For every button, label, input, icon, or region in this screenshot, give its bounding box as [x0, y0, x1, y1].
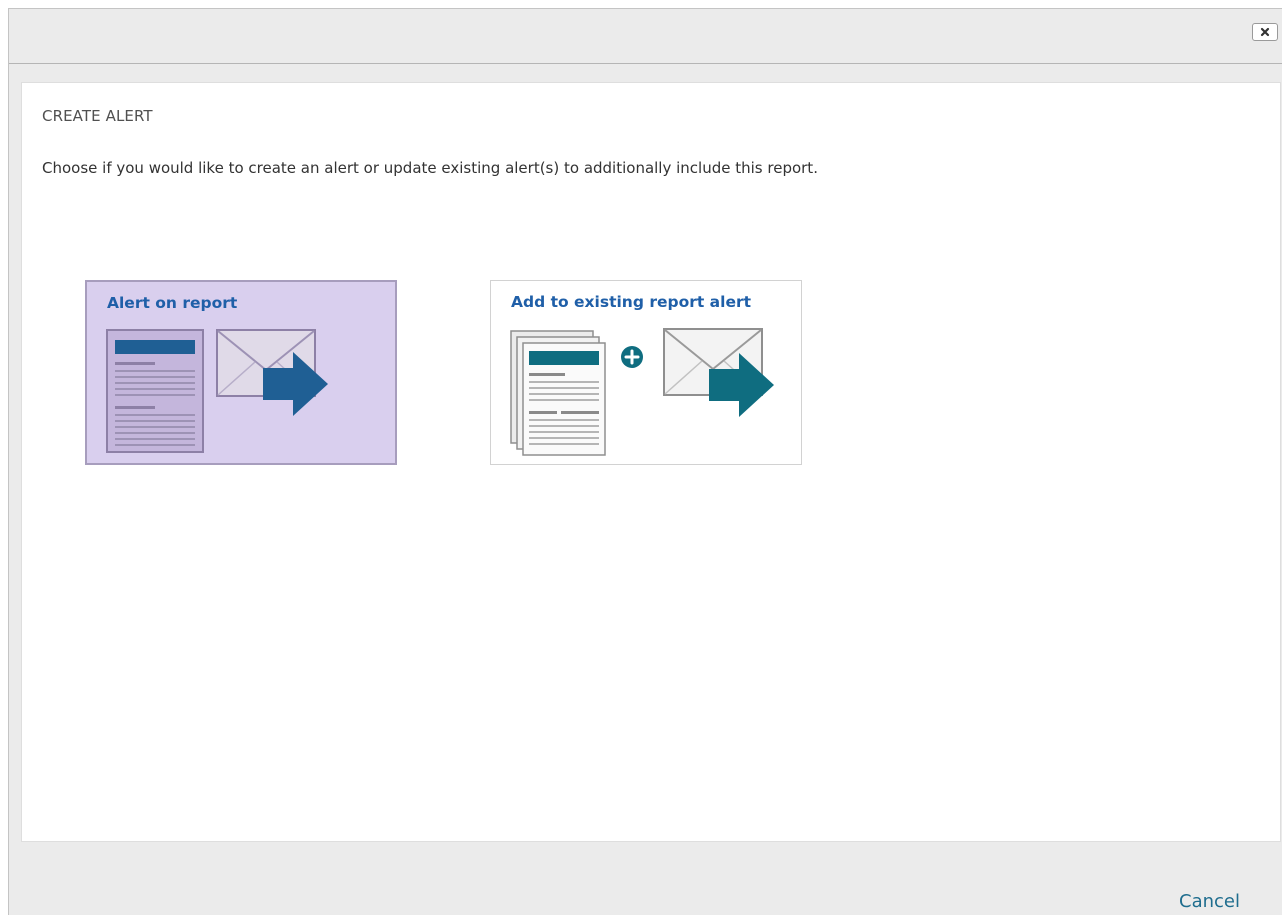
dialog-description: Choose if you would like to create an al…: [42, 159, 818, 177]
add-to-existing-alert-option[interactable]: Add to existing report alert: [490, 280, 802, 465]
close-button[interactable]: [1252, 23, 1278, 41]
close-icon: [1260, 27, 1270, 37]
alert-on-report-option[interactable]: Alert on report: [85, 280, 397, 465]
report-document-icon: [106, 329, 204, 453]
dialog-heading: CREATE ALERT: [42, 107, 153, 125]
cancel-button[interactable]: Cancel: [1179, 891, 1240, 912]
dialog-content: CREATE ALERT Choose if you would like to…: [21, 82, 1281, 842]
create-alert-dialog: CREATE ALERT Choose if you would like to…: [8, 8, 1282, 915]
report-envelope-arrow-icon: [106, 329, 328, 453]
plus-icon: [621, 346, 643, 368]
dialog-titlebar: [9, 9, 1282, 64]
stacked-reports-icon: [510, 330, 606, 456]
reports-plus-envelope-arrow-icon: [510, 328, 774, 456]
